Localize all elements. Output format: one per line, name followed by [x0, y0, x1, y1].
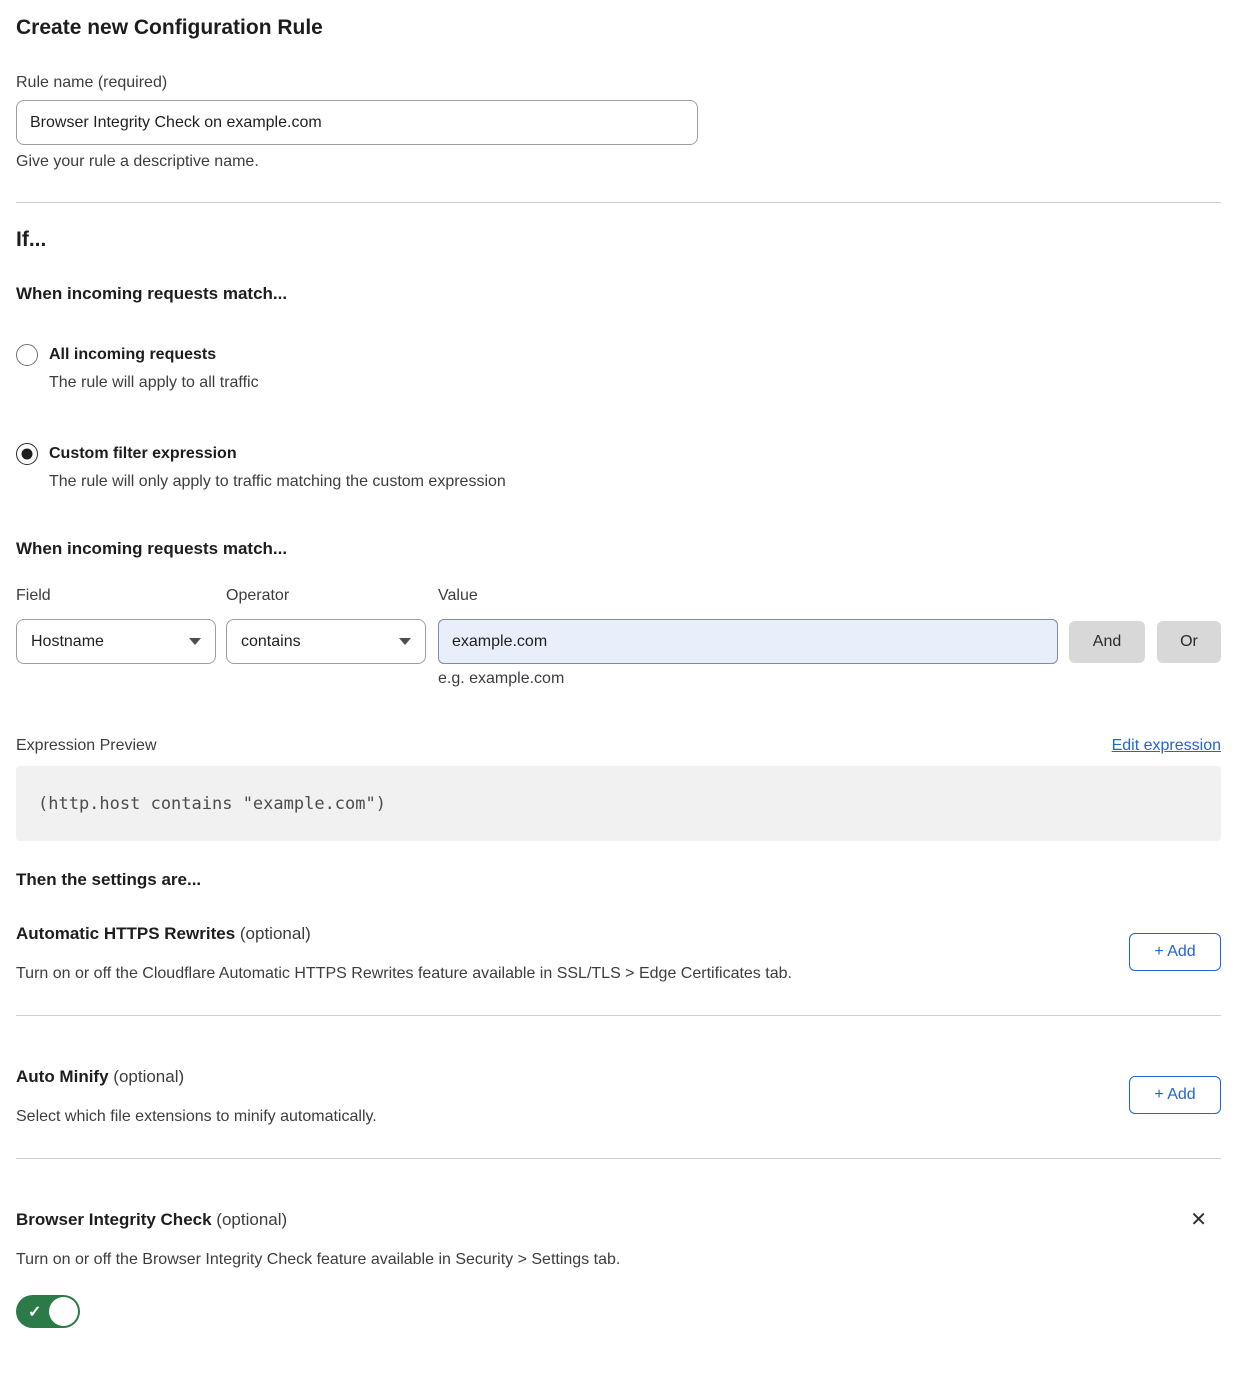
setting-optional-label: (optional): [216, 1210, 287, 1229]
setting-description: Select which file extensions to minify a…: [16, 1106, 1221, 1127]
setting-optional-label: (optional): [113, 1067, 184, 1086]
setting-description: Turn on or off the Cloudflare Automatic …: [16, 963, 1221, 984]
radio-unselected-icon[interactable]: [16, 344, 38, 366]
expression-preview-row: Expression Preview Edit expression: [16, 736, 1221, 755]
operator-select-value: contains: [241, 633, 301, 651]
setting-description: Turn on or off the Browser Integrity Che…: [16, 1249, 1221, 1270]
or-button[interactable]: Or: [1157, 621, 1221, 663]
and-button[interactable]: And: [1069, 621, 1145, 663]
radio-option-custom-filter-expression[interactable]: Custom filter expression The rule will o…: [16, 443, 1221, 492]
edit-expression-link[interactable]: Edit expression: [1112, 737, 1221, 755]
expression-code-block: (http.host contains "example.com"): [16, 766, 1221, 841]
section-divider: [16, 202, 1221, 203]
setting-title: Automatic HTTPS Rewrites: [16, 924, 235, 943]
setting-divider: [16, 1158, 1221, 1159]
radio-option-all-incoming-requests[interactable]: All incoming requests The rule will appl…: [16, 344, 1221, 393]
setting-optional-label: (optional): [240, 924, 311, 943]
rule-name-input[interactable]: [16, 100, 698, 145]
expression-builder-row: Field Hostname Operator contains Value e…: [16, 586, 1221, 688]
operator-select[interactable]: contains: [226, 619, 426, 664]
setting-auto-minify: Auto Minify (optional) Select which file…: [16, 1066, 1221, 1127]
setting-title: Browser Integrity Check: [16, 1210, 212, 1229]
expression-code: (http.host contains "example.com"): [38, 794, 386, 814]
then-settings-heading: Then the settings are...: [16, 869, 1221, 891]
if-heading: If...: [16, 226, 1221, 254]
add-automatic-https-rewrites-button[interactable]: + Add: [1129, 933, 1221, 971]
value-input[interactable]: [438, 619, 1058, 664]
chevron-down-icon: [399, 638, 411, 645]
radio-option-label: Custom filter expression: [49, 443, 506, 464]
browser-integrity-check-toggle[interactable]: ✓: [16, 1295, 80, 1328]
rule-name-label: Rule name (required): [16, 73, 1221, 92]
field-select-value: Hostname: [31, 633, 104, 651]
match-subheading: When incoming requests match...: [16, 283, 1221, 305]
field-select[interactable]: Hostname: [16, 619, 216, 664]
setting-browser-integrity-check: Browser Integrity Check (optional) ✕ Tur…: [16, 1209, 1221, 1328]
builder-subheading: When incoming requests match...: [16, 538, 1221, 560]
expression-preview-label: Expression Preview: [16, 736, 157, 755]
setting-divider: [16, 1015, 1221, 1016]
toggle-knob[interactable]: [49, 1297, 78, 1326]
close-icon[interactable]: ✕: [1190, 1209, 1207, 1231]
radio-selected-icon[interactable]: [16, 443, 38, 465]
radio-option-description: The rule will only apply to traffic matc…: [49, 471, 506, 492]
radio-option-label: All incoming requests: [49, 344, 259, 365]
chevron-down-icon: [189, 638, 201, 645]
setting-automatic-https-rewrites: Automatic HTTPS Rewrites (optional) Turn…: [16, 923, 1221, 984]
setting-title: Auto Minify: [16, 1067, 109, 1086]
operator-label: Operator: [226, 586, 426, 605]
add-auto-minify-button[interactable]: + Add: [1129, 1076, 1221, 1114]
radio-option-description: The rule will apply to all traffic: [49, 372, 259, 393]
value-hint: e.g. example.com: [438, 669, 1058, 688]
page-title: Create new Configuration Rule: [16, 15, 1221, 41]
create-configuration-rule-page: Create new Configuration Rule Rule name …: [0, 0, 1237, 1345]
field-label: Field: [16, 586, 216, 605]
rule-name-help: Give your rule a descriptive name.: [16, 152, 1221, 171]
value-label: Value: [438, 586, 1058, 605]
check-icon: ✓: [28, 1302, 41, 1322]
